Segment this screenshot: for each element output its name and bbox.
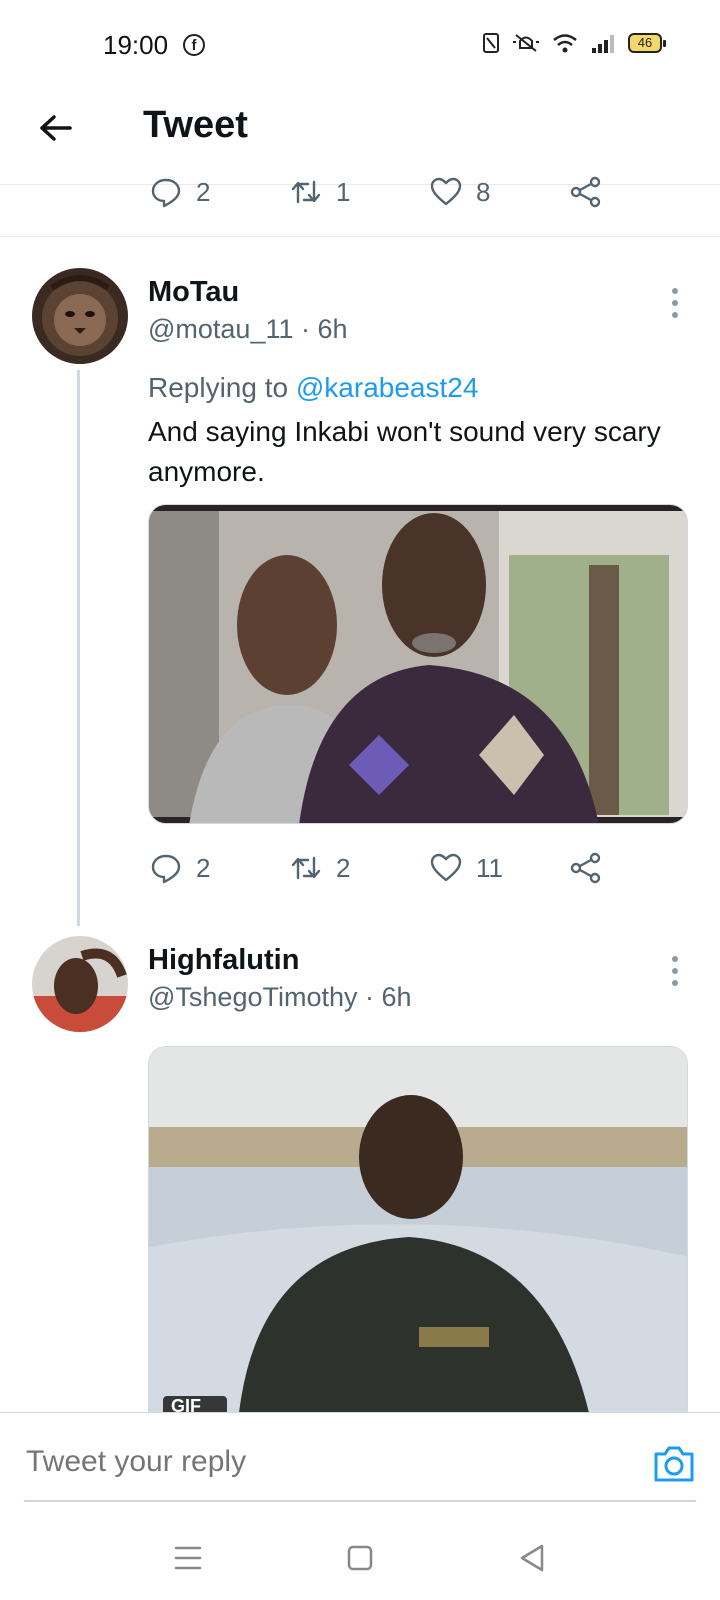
retweet-count: 2 bbox=[336, 852, 351, 883]
replying-prefix: Replying to bbox=[148, 372, 296, 403]
status-time: 19:00 bbox=[103, 30, 169, 60]
selfie-avatar-image bbox=[32, 936, 128, 1032]
display-name[interactable]: Highfalutin bbox=[148, 944, 299, 977]
retweet-icon bbox=[291, 856, 321, 880]
avatar[interactable] bbox=[32, 936, 128, 1032]
previous-tweet-actions: 2 1 8 bbox=[150, 176, 602, 208]
more-options-button[interactable] bbox=[672, 288, 680, 324]
dot bbox=[672, 968, 678, 974]
like-count: 11 bbox=[476, 852, 503, 883]
share-icon[interactable] bbox=[570, 176, 602, 208]
like-count: 8 bbox=[476, 176, 491, 207]
dot bbox=[672, 980, 678, 986]
status-icons: 46 bbox=[482, 32, 666, 54]
heart-icon bbox=[430, 177, 462, 206]
lion-avatar-image bbox=[32, 268, 128, 364]
dot bbox=[672, 312, 678, 318]
mute-icon bbox=[513, 34, 539, 52]
replying-to: Replying to @karabeast24 bbox=[148, 372, 478, 404]
reply-button[interactable]: 2 bbox=[150, 852, 290, 884]
like-button[interactable]: 8 bbox=[430, 176, 570, 208]
dot bbox=[672, 300, 678, 306]
signal-icon bbox=[592, 35, 614, 53]
reply-count: 2 bbox=[196, 176, 211, 207]
gif-badge: GIF bbox=[163, 1396, 227, 1412]
tweet-image[interactable] bbox=[148, 504, 688, 824]
tweet-text: And saying Inkabi won't sound very scary… bbox=[148, 416, 661, 487]
speech-bubble-icon bbox=[151, 178, 181, 208]
retweet-count: 1 bbox=[336, 176, 351, 207]
arrow-left-icon[interactable] bbox=[36, 108, 76, 148]
facebook-icon: f bbox=[183, 34, 205, 56]
camera-icon[interactable] bbox=[652, 1444, 696, 1484]
thread-line bbox=[77, 370, 80, 926]
display-name[interactable]: MoTau bbox=[148, 276, 239, 309]
man-on-boat-gif bbox=[149, 1047, 687, 1412]
more-options-button[interactable] bbox=[672, 956, 680, 992]
reply-count: 2 bbox=[196, 852, 211, 883]
speech-bubble-icon bbox=[151, 854, 181, 884]
home-icon[interactable] bbox=[340, 1538, 380, 1578]
battery-icon: 46 bbox=[628, 33, 666, 53]
retweet-button[interactable]: 1 bbox=[290, 176, 430, 208]
page-title: Tweet bbox=[143, 104, 248, 146]
like-button[interactable]: 11 bbox=[430, 852, 570, 884]
two-men-photo bbox=[149, 505, 687, 823]
reply-bar-divider bbox=[0, 1412, 720, 1413]
heart-icon bbox=[430, 853, 462, 882]
handle-time: @TshegoTimothy · 6h bbox=[148, 982, 412, 1012]
share-icon[interactable] bbox=[570, 852, 602, 884]
tweet-actions: 2 2 11 bbox=[150, 852, 602, 884]
vertical-dots-icon bbox=[672, 956, 678, 962]
tweet-divider bbox=[0, 236, 720, 237]
reply-underline bbox=[24, 1500, 696, 1502]
reply-input[interactable] bbox=[24, 1444, 648, 1480]
handle-time: @motau_11 · 6h bbox=[148, 314, 348, 344]
menu-icon[interactable] bbox=[168, 1538, 208, 1578]
retweet-button[interactable]: 2 bbox=[290, 852, 430, 884]
reply-button[interactable]: 2 bbox=[150, 176, 290, 208]
wifi-icon bbox=[553, 34, 577, 53]
nfc-icon bbox=[483, 33, 499, 53]
mention-link[interactable]: @karabeast24 bbox=[296, 372, 479, 403]
tweet-gif[interactable]: GIF bbox=[148, 1046, 688, 1412]
avatar[interactable] bbox=[32, 268, 128, 364]
vertical-dots-icon bbox=[672, 288, 678, 294]
back-nav-icon[interactable] bbox=[512, 1538, 552, 1578]
retweet-icon bbox=[291, 180, 321, 204]
